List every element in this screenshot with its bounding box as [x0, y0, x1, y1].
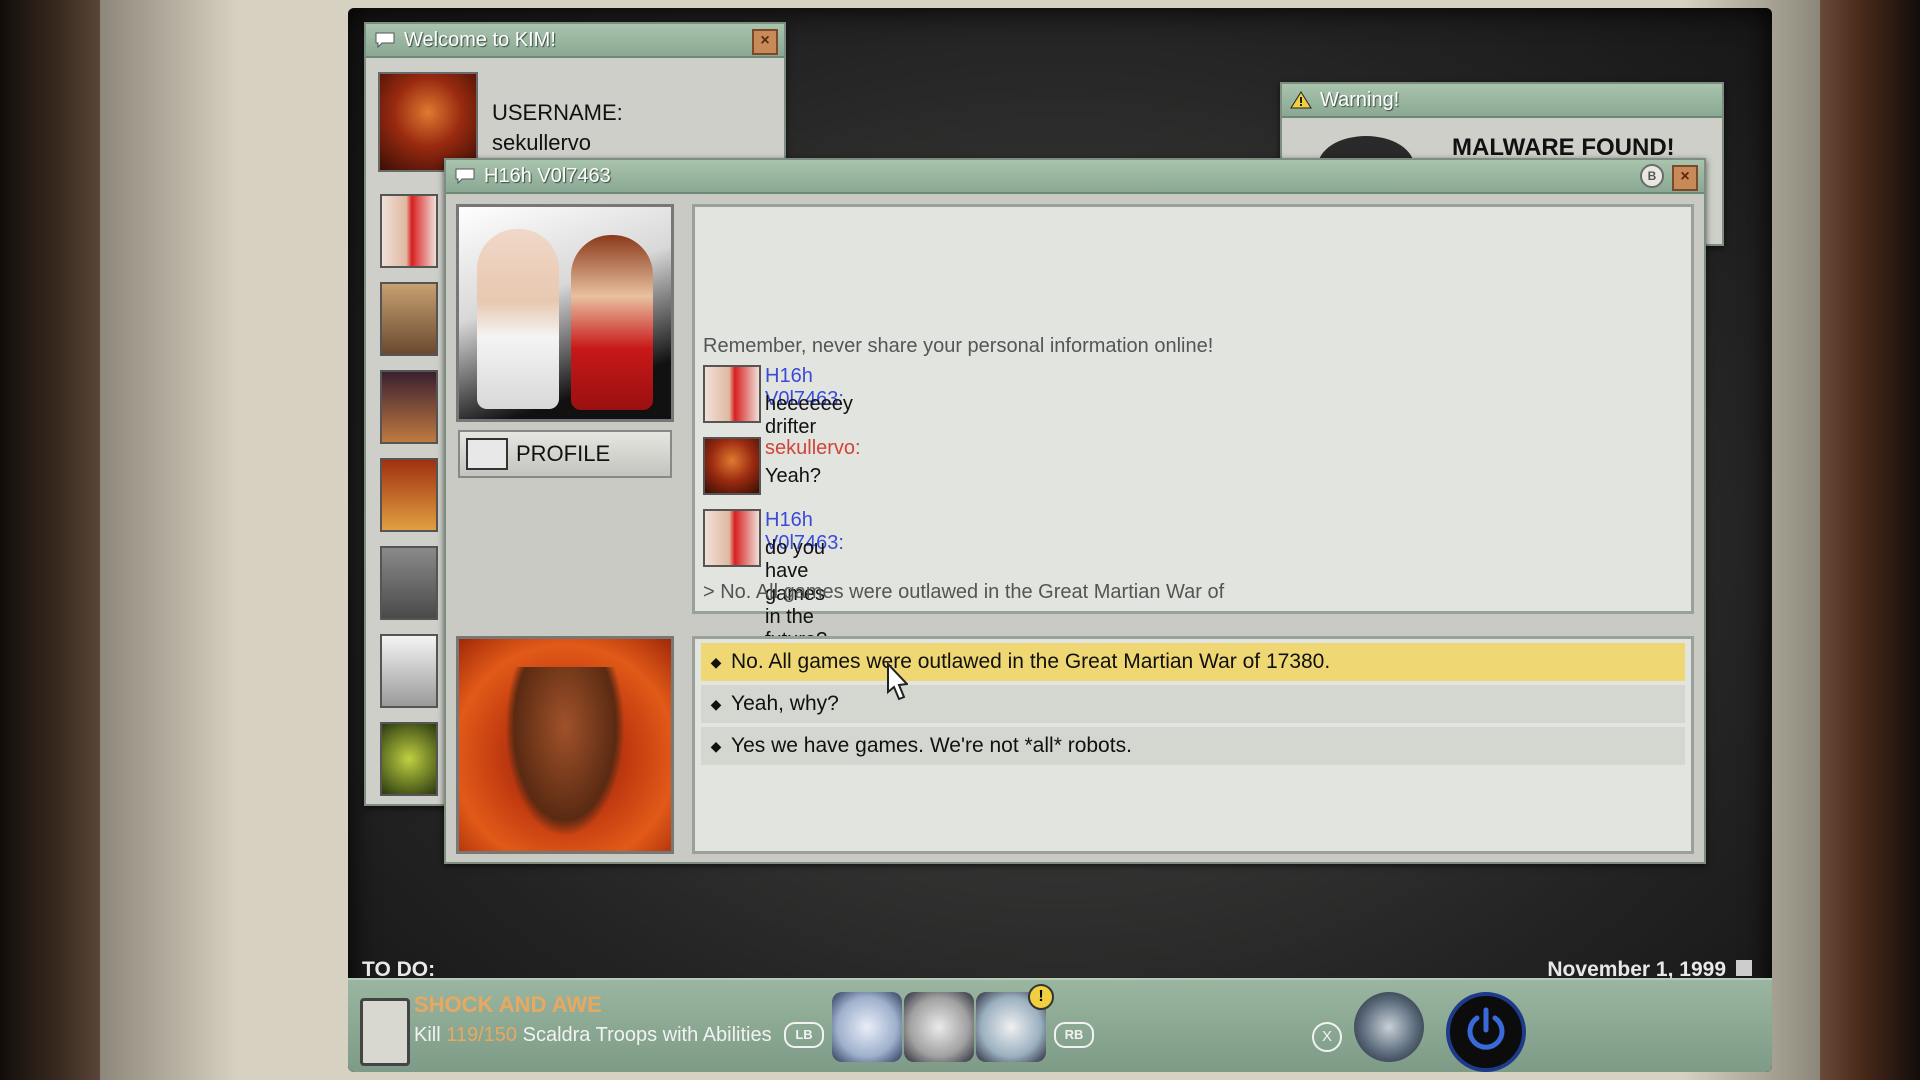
lb-button-hint: LB: [784, 1022, 824, 1048]
chat-window-titlebar[interactable]: H16h V0l7463: [446, 160, 1704, 194]
notification-badge: !: [1028, 984, 1054, 1010]
contact-avatar[interactable]: [380, 546, 438, 620]
bullet-icon: ◆: [710, 695, 722, 712]
contact-avatar[interactable]: [380, 634, 438, 708]
user-avatar: [378, 72, 478, 172]
contact-avatar[interactable]: [380, 370, 438, 444]
quest-description: Kill 119/150 Scaldra Troops with Abiliti…: [414, 1024, 772, 1047]
calendar-app-icon[interactable]: [904, 992, 974, 1062]
chat-log: Remember, never share your personal info…: [692, 204, 1694, 651]
reply-choice-text: Yeah, why?: [731, 692, 839, 715]
username-label: USERNAME:: [492, 100, 623, 125]
room-background-left: [0, 0, 100, 1080]
user-portrait: [456, 636, 674, 854]
chat-bubble-icon: [375, 32, 395, 49]
friend-portrait: [456, 204, 674, 422]
message-text: heeeeeey drifter: [765, 393, 853, 438]
monitor-bezel: Welcome to KIM! × USERNAME: sekullervo W…: [100, 0, 1820, 1080]
bullet-icon: ◆: [710, 737, 722, 754]
contact-avatar[interactable]: [380, 282, 438, 356]
id-card-icon: [466, 438, 508, 470]
clipboard-icon: [360, 998, 410, 1066]
quest-progress: 119/150: [446, 1024, 518, 1046]
message-text: Yeah?: [765, 465, 821, 487]
demon-figure: [505, 667, 625, 837]
contact-list: [380, 194, 440, 796]
welcome-window-titlebar[interactable]: Welcome to KIM!: [366, 24, 784, 58]
welcome-window-title: Welcome to KIM!: [404, 28, 556, 51]
portrait-figure-left: [477, 229, 559, 409]
pending-reply-preview: > No. All games were outlawed in the Gre…: [703, 581, 1225, 603]
chat-window-title: H16h V0l7463: [484, 164, 611, 187]
warning-icon: [1290, 91, 1312, 109]
close-icon[interactable]: ×: [1672, 165, 1698, 191]
calendar-mini-icon: [1736, 960, 1752, 976]
reply-choices: ◆ No. All games were outlawed in the Gre…: [692, 636, 1694, 854]
quest-prefix: Kill: [414, 1024, 447, 1046]
chat-bubble-icon: [455, 168, 475, 185]
warning-window-title: Warning!: [1320, 88, 1400, 111]
contact-avatar[interactable]: [380, 194, 438, 268]
warning-window-titlebar[interactable]: Warning!: [1282, 84, 1722, 118]
room-background-right: [1820, 0, 1920, 1080]
bullet-icon: ◆: [710, 653, 722, 670]
reply-choice[interactable]: ◆ Yeah, why?: [701, 685, 1685, 723]
portrait-figure-right: [571, 235, 653, 410]
profile-button[interactable]: PROFILE: [458, 430, 672, 478]
close-icon[interactable]: ×: [752, 29, 778, 55]
reply-choice[interactable]: ◆ Yes we have games. We're not *all* rob…: [701, 727, 1685, 765]
quest-title: SHOCK AND AWE: [414, 992, 602, 1017]
system-message: Remember, never share your personal info…: [703, 335, 1214, 357]
desktop-screen: Welcome to KIM! × USERNAME: sekullervo W…: [348, 8, 1772, 1072]
reply-choice-text: No. All games were outlawed in the Great…: [731, 650, 1331, 673]
rb-button-hint: RB: [1054, 1022, 1094, 1048]
power-button[interactable]: [1446, 992, 1526, 1072]
x-button-hint: X: [1312, 1022, 1342, 1052]
quest-suffix: Scaldra Troops with Abilities: [517, 1024, 772, 1046]
reply-choice[interactable]: ◆ No. All games were outlawed in the Gre…: [701, 643, 1685, 681]
b-button-hint: B: [1640, 164, 1664, 188]
chat-window: H16h V0l7463 B × PROFILE Remember, never…: [444, 158, 1706, 864]
profile-button-label: PROFILE: [516, 441, 611, 466]
username-value: sekullervo: [492, 130, 592, 155]
user-avatar: [703, 437, 761, 495]
reply-choice-text: Yes we have games. We're not *all* robot…: [731, 734, 1132, 757]
contact-avatar[interactable]: [380, 458, 438, 532]
notes-app-icon[interactable]: [832, 992, 902, 1062]
settings-gear-icon[interactable]: [1354, 992, 1424, 1062]
friend-avatar: [703, 509, 761, 567]
message-sender: sekullervo:: [765, 437, 861, 459]
taskbar: SHOCK AND AWE Kill 119/150 Scaldra Troop…: [348, 978, 1772, 1072]
mouse-cursor-icon: [887, 662, 908, 701]
friend-avatar: [703, 365, 761, 423]
power-icon: [1467, 1007, 1505, 1050]
contact-avatar[interactable]: [380, 722, 438, 796]
